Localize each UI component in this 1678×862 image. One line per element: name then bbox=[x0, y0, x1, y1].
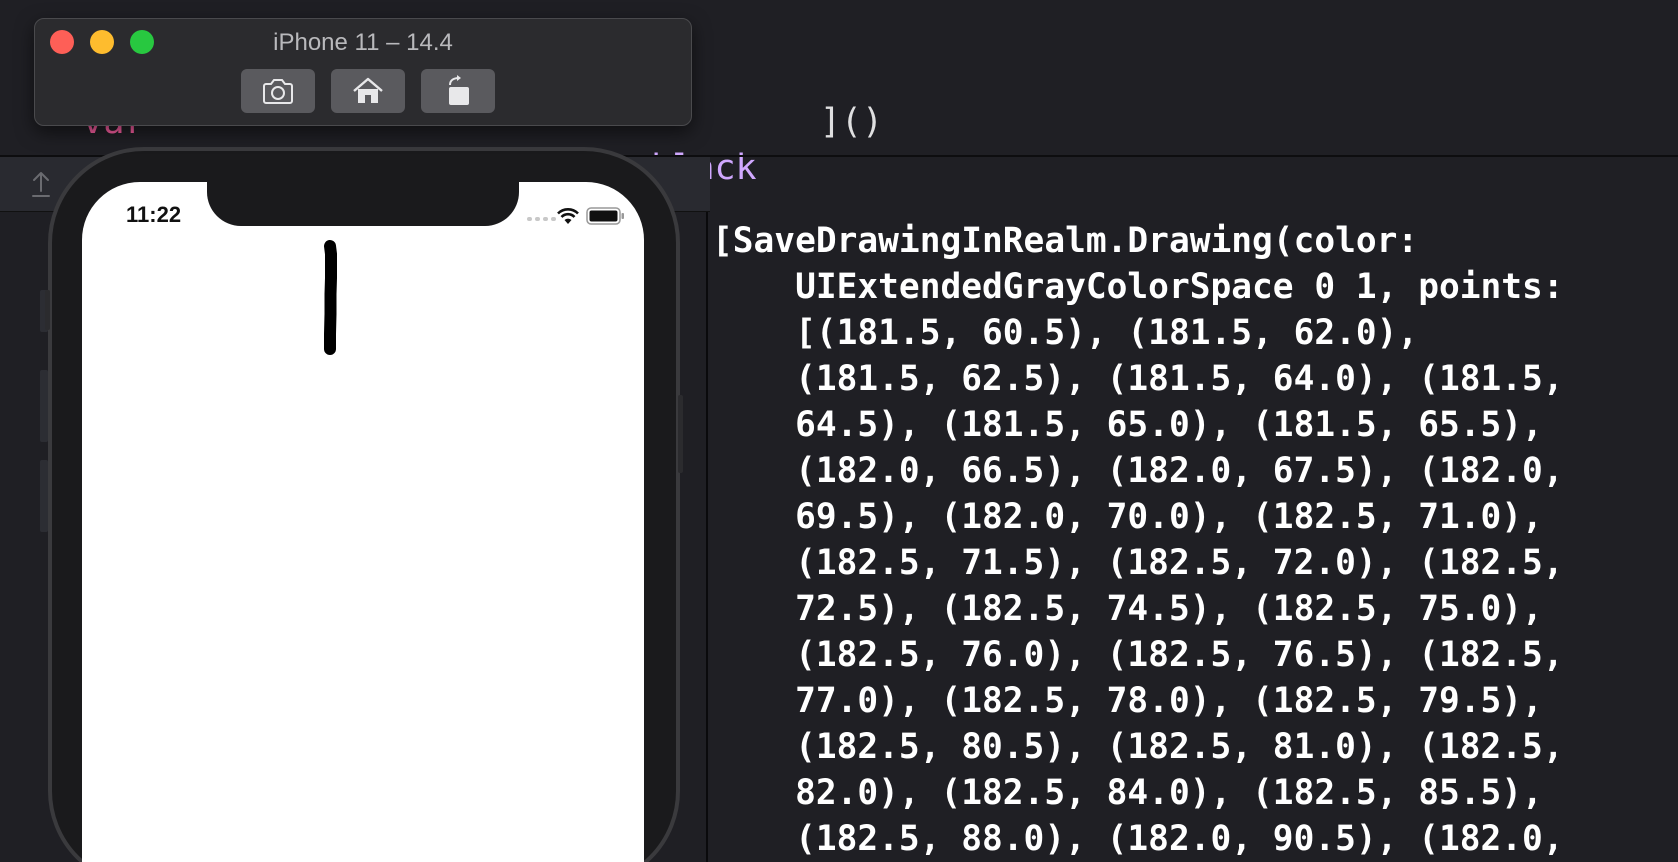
gutter-control bbox=[40, 370, 48, 442]
hide-debug-area-icon[interactable] bbox=[30, 169, 52, 199]
console-line: UIExtendedGrayColorSpace 0 1, points: bbox=[712, 267, 1564, 307]
console-line: (182.5, 71.5), (182.5, 72.0), (182.5, bbox=[712, 543, 1564, 583]
screenshot-button[interactable] bbox=[241, 69, 315, 113]
console-line: 69.5), (182.0, 70.0), (182.5, 71.0), bbox=[712, 497, 1543, 537]
console-line: 82.0), (182.5, 84.0), (182.5, 85.5), bbox=[712, 773, 1543, 813]
console-log-text: [SaveDrawingInRealm.Drawing(color: UIExt… bbox=[712, 218, 1678, 862]
home-icon bbox=[353, 77, 383, 103]
volume-button bbox=[45, 290, 50, 330]
simulator-screen[interactable]: 11:22 bbox=[82, 182, 644, 862]
rotate-button[interactable] bbox=[421, 69, 495, 113]
console-line: (182.5, 76.0), (182.5, 76.5), (182.5, bbox=[712, 635, 1564, 675]
notch bbox=[207, 182, 519, 226]
cellular-signal-icon bbox=[527, 217, 556, 221]
console-output[interactable]: [SaveDrawingInRealm.Drawing(color: UIExt… bbox=[708, 212, 1678, 862]
home-button[interactable] bbox=[331, 69, 405, 113]
drawing-stroke bbox=[324, 240, 337, 355]
console-line: (182.0, 66.5), (182.0, 67.5), (182.0, bbox=[712, 451, 1564, 491]
console-line: [SaveDrawingInRealm.Drawing(color: bbox=[712, 221, 1419, 261]
console-line: 72.5), (182.5, 74.5), (182.5, 75.0), bbox=[712, 589, 1543, 629]
console-line: (182.5, 88.0), (182.0, 90.5), (182.0, bbox=[712, 819, 1564, 859]
side-button bbox=[678, 395, 683, 473]
console-line: (181.5, 62.5), (181.5, 64.0), (181.5, bbox=[712, 359, 1564, 399]
drawing-canvas[interactable] bbox=[82, 182, 644, 862]
status-time: 11:22 bbox=[126, 202, 182, 227]
camera-icon bbox=[263, 79, 293, 104]
console-line: 64.5), (181.5, 65.0), (181.5, 65.5), bbox=[712, 405, 1543, 445]
wifi-icon bbox=[557, 208, 579, 224]
gutter-control bbox=[40, 460, 48, 532]
battery-icon bbox=[586, 207, 624, 225]
simulator-window-toolbar[interactable]: iPhone 11 – 14.4 bbox=[34, 18, 692, 126]
console-line: [(181.5, 60.5), (181.5, 62.0), bbox=[712, 313, 1419, 353]
rotate-icon bbox=[449, 75, 469, 105]
console-line: 77.0), (182.5, 78.0), (182.5, 79.5), bbox=[712, 681, 1543, 721]
simulator-title: iPhone 11 – 14.4 bbox=[273, 29, 453, 56]
console-line: (182.5, 80.5), (182.5, 81.0), (182.5, bbox=[712, 727, 1564, 767]
